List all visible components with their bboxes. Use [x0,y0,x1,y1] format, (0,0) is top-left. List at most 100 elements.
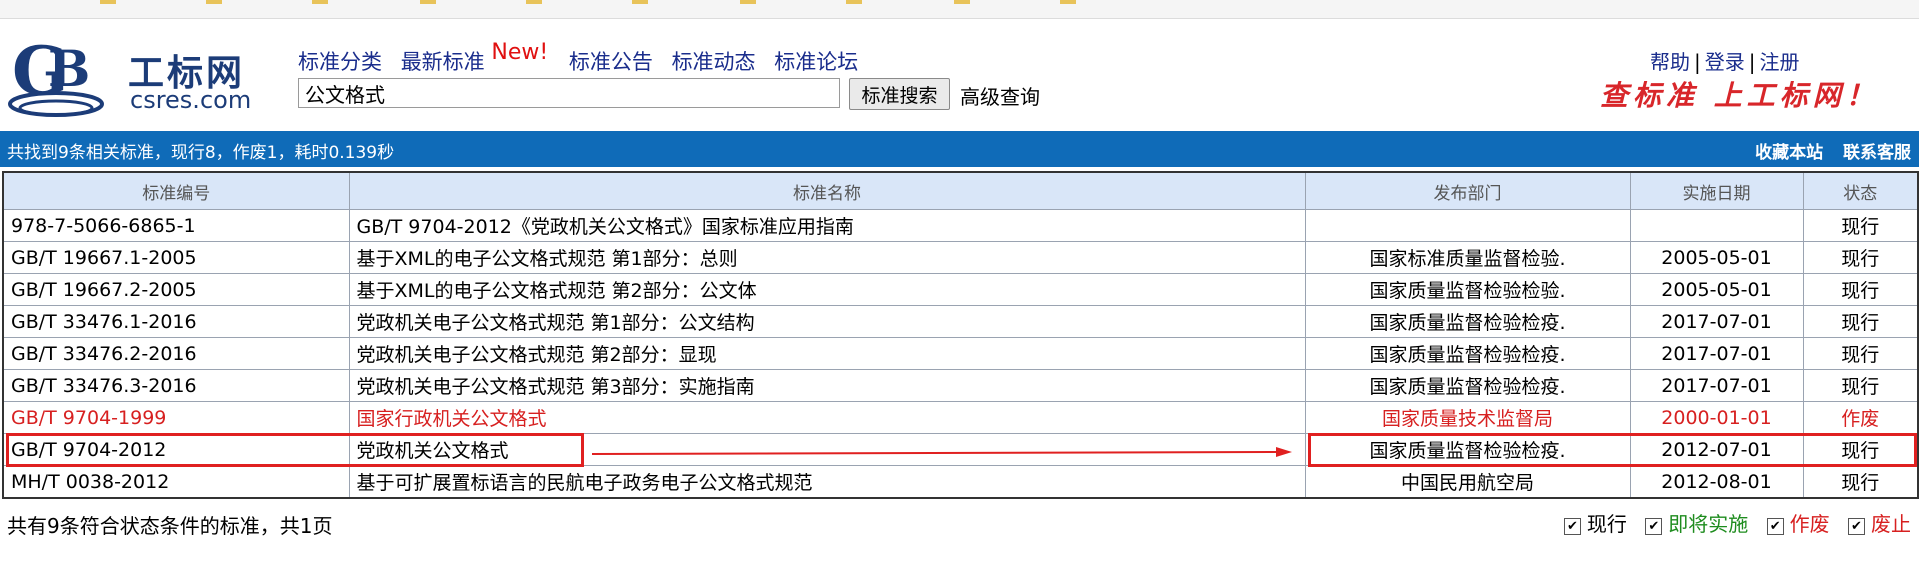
table-row[interactable]: 978-7-5066-6865-1 GB/T 9704-2012《党政机关公文格… [2,209,1919,242]
status: 现行 [1802,305,1919,338]
effective-date: 2005-05-01 [1629,273,1804,306]
standard-code[interactable]: 978-7-5066-6865-1 [2,209,350,242]
table-row[interactable]: GB/T 33476.1-2016 党政机关电子公文格式规范 第1部分：公文结构… [2,305,1919,338]
checkbox-checked-icon[interactable]: ✔ [1848,518,1865,535]
contact-service-link[interactable]: 联系客服 [1843,143,1911,163]
standard-name[interactable]: 党政机关电子公文格式规范 第1部分：公文结构 [348,305,1306,338]
standard-name[interactable]: 基于XML的电子公文格式规范 第1部分：总则 [348,241,1306,274]
nav-standard-news[interactable]: 标准动态 [672,50,756,74]
new-badge: New! [491,40,549,65]
result-summary: 共找到9条相关标准，现行8，作废1，耗时0.139秒 [7,143,395,163]
search-input[interactable] [298,78,840,108]
standard-code[interactable]: GB/T 33476.2-2016 [2,337,350,370]
login-link[interactable]: 登录 [1705,50,1745,74]
filter-label: 作废 [1789,512,1830,536]
advanced-search-link[interactable]: 高级查询 [960,81,1040,110]
issuing-department [1304,209,1631,242]
issuing-department: 国家质量监督检验检疫. [1304,369,1631,402]
separator: | [1694,50,1701,74]
status: 现行 [1802,337,1919,370]
top-nav: 标准分类 最新标准 New! 标准公告 标准动态 标准论坛 [298,40,870,76]
slogan: 查标准 上工标网！ [1600,79,1879,112]
issuing-department: 国家质量监督检验检疫. [1304,305,1631,338]
standard-code[interactable]: GB/T 19667.1-2005 [2,241,350,274]
nav-standard-category[interactable]: 标准分类 [298,50,382,74]
status-filter: ✔ 现行 ✔ 即将实施 ✔ 作废 ✔ 废止 [1552,508,1911,537]
gb-logo-icon[interactable]: G B [6,22,106,122]
standard-name[interactable]: 党政机关公文格式 [348,433,1306,466]
issuing-department: 国家质量监督检验检验. [1304,273,1631,306]
effective-date: 2012-07-01 [1629,433,1804,466]
bookmark-site-link[interactable]: 收藏本站 [1755,143,1823,163]
separator: | [1748,50,1756,74]
page-summary: 共有9条符合状态条件的标准，共1页 [7,514,333,538]
issuing-department: 国家质量技术监督局 [1304,401,1631,434]
standard-name[interactable]: 基于可扩展置标语言的民航电子政务电子公文格式规范 [348,465,1306,499]
table-row[interactable]: MH/T 0038-2012 基于可扩展置标语言的民航电子政务电子公文格式规范 … [2,465,1919,499]
column-header-department[interactable]: 发布部门 [1304,171,1631,210]
table-row[interactable]: GB/T 33476.3-2016 党政机关电子公文格式规范 第3部分：实施指南… [2,369,1919,402]
table-row[interactable]: GB/T 19667.2-2005 基于XML的电子公文格式规范 第2部分：公文… [2,273,1919,306]
table-header-row: 标准编号 标准名称 发布部门 实施日期 状态 [2,171,1919,210]
effective-date: 2017-07-01 [1629,369,1804,402]
table-row-abolished[interactable]: GB/T 9704-1999 国家行政机关公文格式 国家质量技术监督局 2000… [2,401,1919,434]
standard-name[interactable]: GB/T 9704-2012《党政机关公文格式》国家标准应用指南 [348,209,1306,242]
result-summary-bar: 共找到9条相关标准，现行8，作废1，耗时0.139秒 收藏本站 联系客服 [0,131,1919,167]
account-links: 帮助 | 登录 | 注册 [1650,46,1800,75]
filter-obsolete[interactable]: ✔ 作废 [1766,512,1830,536]
effective-date: 2017-07-01 [1629,337,1804,370]
standard-code[interactable]: GB/T 9704-2012 [2,433,350,466]
results-table: 标准编号 标准名称 发布部门 实施日期 状态 978-7-5066-6865-1… [2,171,1919,499]
status: 现行 [1802,241,1919,274]
nav-standard-announcement[interactable]: 标准公告 [569,50,653,74]
issuing-department: 国家质量监督检验检疫. [1304,337,1631,370]
column-header-status[interactable]: 状态 [1802,171,1919,210]
status: 现行 [1802,369,1919,402]
checkbox-checked-icon[interactable]: ✔ [1766,518,1784,535]
status: 现行 [1802,433,1919,466]
filter-repealed[interactable]: ✔ 废止 [1848,512,1911,536]
help-link[interactable]: 帮助 [1650,50,1690,74]
filter-upcoming[interactable]: ✔ 即将实施 [1645,512,1748,536]
standard-code[interactable]: MH/T 0038-2012 [2,465,350,499]
site-domain[interactable]: csres.com [130,86,251,114]
filter-label: 即将实施 [1668,512,1749,536]
standard-code[interactable]: GB/T 19667.2-2005 [2,273,350,306]
search-button[interactable]: 标准搜索 [849,78,950,110]
table-row[interactable]: GB/T 33476.2-2016 党政机关电子公文格式规范 第2部分：显现 国… [2,337,1919,370]
effective-date: 2005-05-01 [1629,241,1804,274]
issuing-department: 国家标准质量监督检验. [1304,241,1631,274]
filter-label: 现行 [1586,512,1627,536]
checkbox-checked-icon[interactable]: ✔ [1563,518,1581,535]
standard-name[interactable]: 党政机关电子公文格式规范 第2部分：显现 [348,337,1306,370]
table-row[interactable]: GB/T 9704-2012 党政机关公文格式 国家质量监督检验检疫. 2012… [2,433,1919,466]
effective-date: 2012-08-01 [1629,465,1804,499]
column-header-code[interactable]: 标准编号 [2,171,350,210]
standard-name[interactable]: 党政机关电子公文格式规范 第3部分：实施指南 [348,369,1306,402]
standard-code[interactable]: GB/T 33476.1-2016 [2,305,350,338]
effective-date: 2000-01-01 [1629,401,1804,434]
column-header-name[interactable]: 标准名称 [348,171,1306,210]
standard-code[interactable]: GB/T 33476.3-2016 [2,369,350,402]
nav-standard-forum[interactable]: 标准论坛 [774,50,858,74]
bar-links: 收藏本站 联系客服 [1741,138,1911,163]
effective-date [1629,209,1804,242]
effective-date: 2017-07-01 [1629,305,1804,338]
standard-code[interactable]: GB/T 9704-1999 [2,401,350,434]
status: 现行 [1802,465,1919,499]
svg-text:B: B [48,39,90,98]
status: 作废 [1802,401,1919,434]
standard-name[interactable]: 国家行政机关公文格式 [348,401,1306,434]
filter-label: 废止 [1871,512,1911,536]
nav-latest-standards[interactable]: 最新标准 [401,50,485,74]
register-link[interactable]: 注册 [1760,50,1800,74]
bookmark-strip [0,0,1919,19]
checkbox-checked-icon[interactable]: ✔ [1645,518,1663,535]
status: 现行 [1802,273,1919,306]
column-header-date[interactable]: 实施日期 [1629,171,1804,210]
table-row[interactable]: GB/T 19667.1-2005 基于XML的电子公文格式规范 第1部分：总则… [2,241,1919,274]
status: 现行 [1802,209,1919,242]
standard-name[interactable]: 基于XML的电子公文格式规范 第2部分：公文体 [348,273,1306,306]
issuing-department: 国家质量监督检验检疫. [1304,433,1631,466]
filter-current[interactable]: ✔ 现行 [1563,512,1627,536]
